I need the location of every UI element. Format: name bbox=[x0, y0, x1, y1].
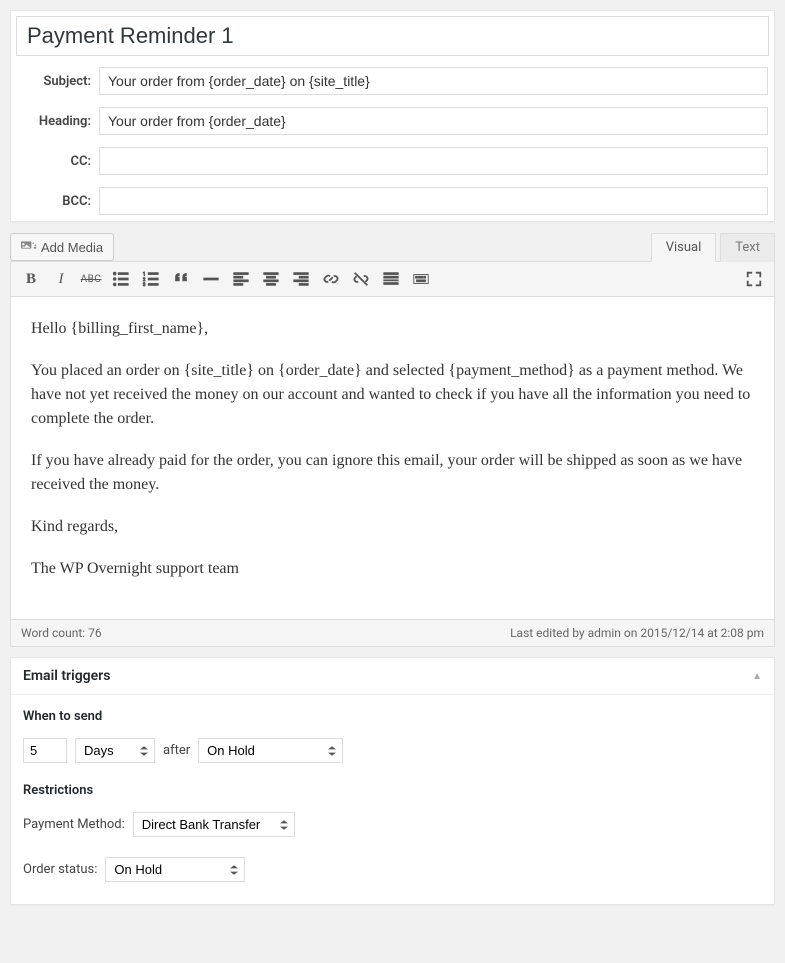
align-right-button[interactable] bbox=[287, 266, 315, 292]
editor-p5: The WP Overnight support team bbox=[31, 557, 754, 581]
after-label: after bbox=[163, 743, 190, 758]
last-edited: Last edited by admin on 2015/12/14 at 2:… bbox=[510, 626, 764, 640]
payment-method-label: Payment Method: bbox=[23, 817, 125, 832]
readmore-icon bbox=[382, 270, 400, 288]
svg-text:2: 2 bbox=[143, 277, 146, 283]
editor-p1: Hello {billing_first_name}, bbox=[31, 317, 754, 341]
hr-button[interactable] bbox=[197, 266, 225, 292]
bullet-list-icon bbox=[112, 270, 130, 288]
tab-visual[interactable]: Visual bbox=[651, 233, 717, 262]
order-status-select[interactable]: On Hold bbox=[105, 857, 245, 882]
tinymce-toolbar: B I ABC 123 bbox=[11, 262, 774, 297]
strike-icon: ABC bbox=[81, 274, 102, 285]
cc-input[interactable] bbox=[99, 147, 768, 175]
bold-icon: B bbox=[26, 271, 36, 288]
italic-icon: I bbox=[59, 271, 64, 288]
more-button[interactable] bbox=[377, 266, 405, 292]
bullet-list-button[interactable] bbox=[107, 266, 135, 292]
cc-label: CC: bbox=[11, 141, 93, 181]
strike-button[interactable]: ABC bbox=[77, 266, 105, 292]
editor-wrap: Add Media Visual Text B I ABC 123 bbox=[10, 232, 775, 647]
trigger-unit-select[interactable]: Days bbox=[75, 738, 155, 763]
payment-method-row: Payment Method: Direct Bank Transfer bbox=[23, 812, 762, 837]
editor-tabs: Visual Text bbox=[647, 232, 775, 261]
align-left-icon bbox=[232, 270, 250, 288]
toggle-indicator-icon[interactable]: ▲ bbox=[752, 671, 762, 682]
bold-button[interactable]: B bbox=[17, 266, 45, 292]
trigger-after-status-select[interactable]: On Hold bbox=[198, 738, 343, 763]
number-list-icon: 123 bbox=[142, 270, 160, 288]
tinymce-editor: B I ABC 123 bbox=[10, 261, 775, 620]
bcc-label: BCC: bbox=[11, 181, 93, 221]
order-status-label: Order status: bbox=[23, 862, 97, 877]
link-button[interactable] bbox=[317, 266, 345, 292]
payment-method-select[interactable]: Direct Bank Transfer bbox=[133, 812, 295, 837]
editor-content[interactable]: Hello {billing_first_name}, You placed a… bbox=[11, 297, 774, 619]
link-icon bbox=[322, 270, 340, 288]
postbox-title: Email triggers bbox=[23, 668, 110, 684]
media-icon bbox=[21, 239, 37, 255]
post-title-input[interactable] bbox=[16, 16, 769, 56]
keyboard-icon bbox=[412, 270, 430, 288]
fullscreen-button[interactable] bbox=[740, 266, 768, 292]
align-center-button[interactable] bbox=[257, 266, 285, 292]
align-right-icon bbox=[292, 270, 310, 288]
editor-p2: You placed an order on {site_title} on {… bbox=[31, 359, 754, 431]
blockquote-button[interactable] bbox=[167, 266, 195, 292]
number-list-button[interactable]: 123 bbox=[137, 266, 165, 292]
tab-text[interactable]: Text bbox=[720, 233, 775, 262]
when-to-send-label: When to send bbox=[23, 709, 762, 724]
trigger-number-input[interactable] bbox=[23, 738, 67, 763]
svg-text:1: 1 bbox=[143, 271, 146, 277]
blockquote-icon bbox=[172, 270, 190, 288]
subject-input[interactable] bbox=[99, 67, 768, 95]
fullscreen-icon bbox=[745, 270, 763, 288]
hr-icon bbox=[202, 270, 220, 288]
order-status-row: Order status: On Hold bbox=[23, 857, 762, 882]
add-media-label: Add Media bbox=[41, 240, 103, 255]
toolbar-toggle-button[interactable] bbox=[407, 266, 435, 292]
align-center-icon bbox=[262, 270, 280, 288]
bcc-input[interactable] bbox=[99, 187, 768, 215]
editor-p4: Kind regards, bbox=[31, 515, 754, 539]
italic-button[interactable]: I bbox=[47, 266, 75, 292]
when-to-send-row: Days after On Hold bbox=[23, 738, 762, 763]
heading-label: Heading: bbox=[11, 101, 93, 141]
word-count: Word count: 76 bbox=[21, 626, 102, 640]
unlink-button[interactable] bbox=[347, 266, 375, 292]
editor-p3: If you have already paid for the order, … bbox=[31, 449, 754, 497]
heading-input[interactable] bbox=[99, 107, 768, 135]
postbox-header[interactable]: Email triggers ▲ bbox=[11, 658, 774, 695]
editor-status-bar: Word count: 76 Last edited by admin on 2… bbox=[10, 620, 775, 647]
align-left-button[interactable] bbox=[227, 266, 255, 292]
email-triggers-box: Email triggers ▲ When to send Days after… bbox=[10, 657, 775, 905]
add-media-button[interactable]: Add Media bbox=[10, 233, 114, 261]
unlink-icon bbox=[352, 270, 370, 288]
subject-label: Subject: bbox=[11, 61, 93, 101]
post-body-box: Subject: Heading: CC: BCC: bbox=[10, 10, 775, 222]
restrictions-label: Restrictions bbox=[23, 783, 762, 798]
svg-text:3: 3 bbox=[143, 282, 146, 288]
email-fields-table: Subject: Heading: CC: BCC: bbox=[11, 61, 774, 221]
